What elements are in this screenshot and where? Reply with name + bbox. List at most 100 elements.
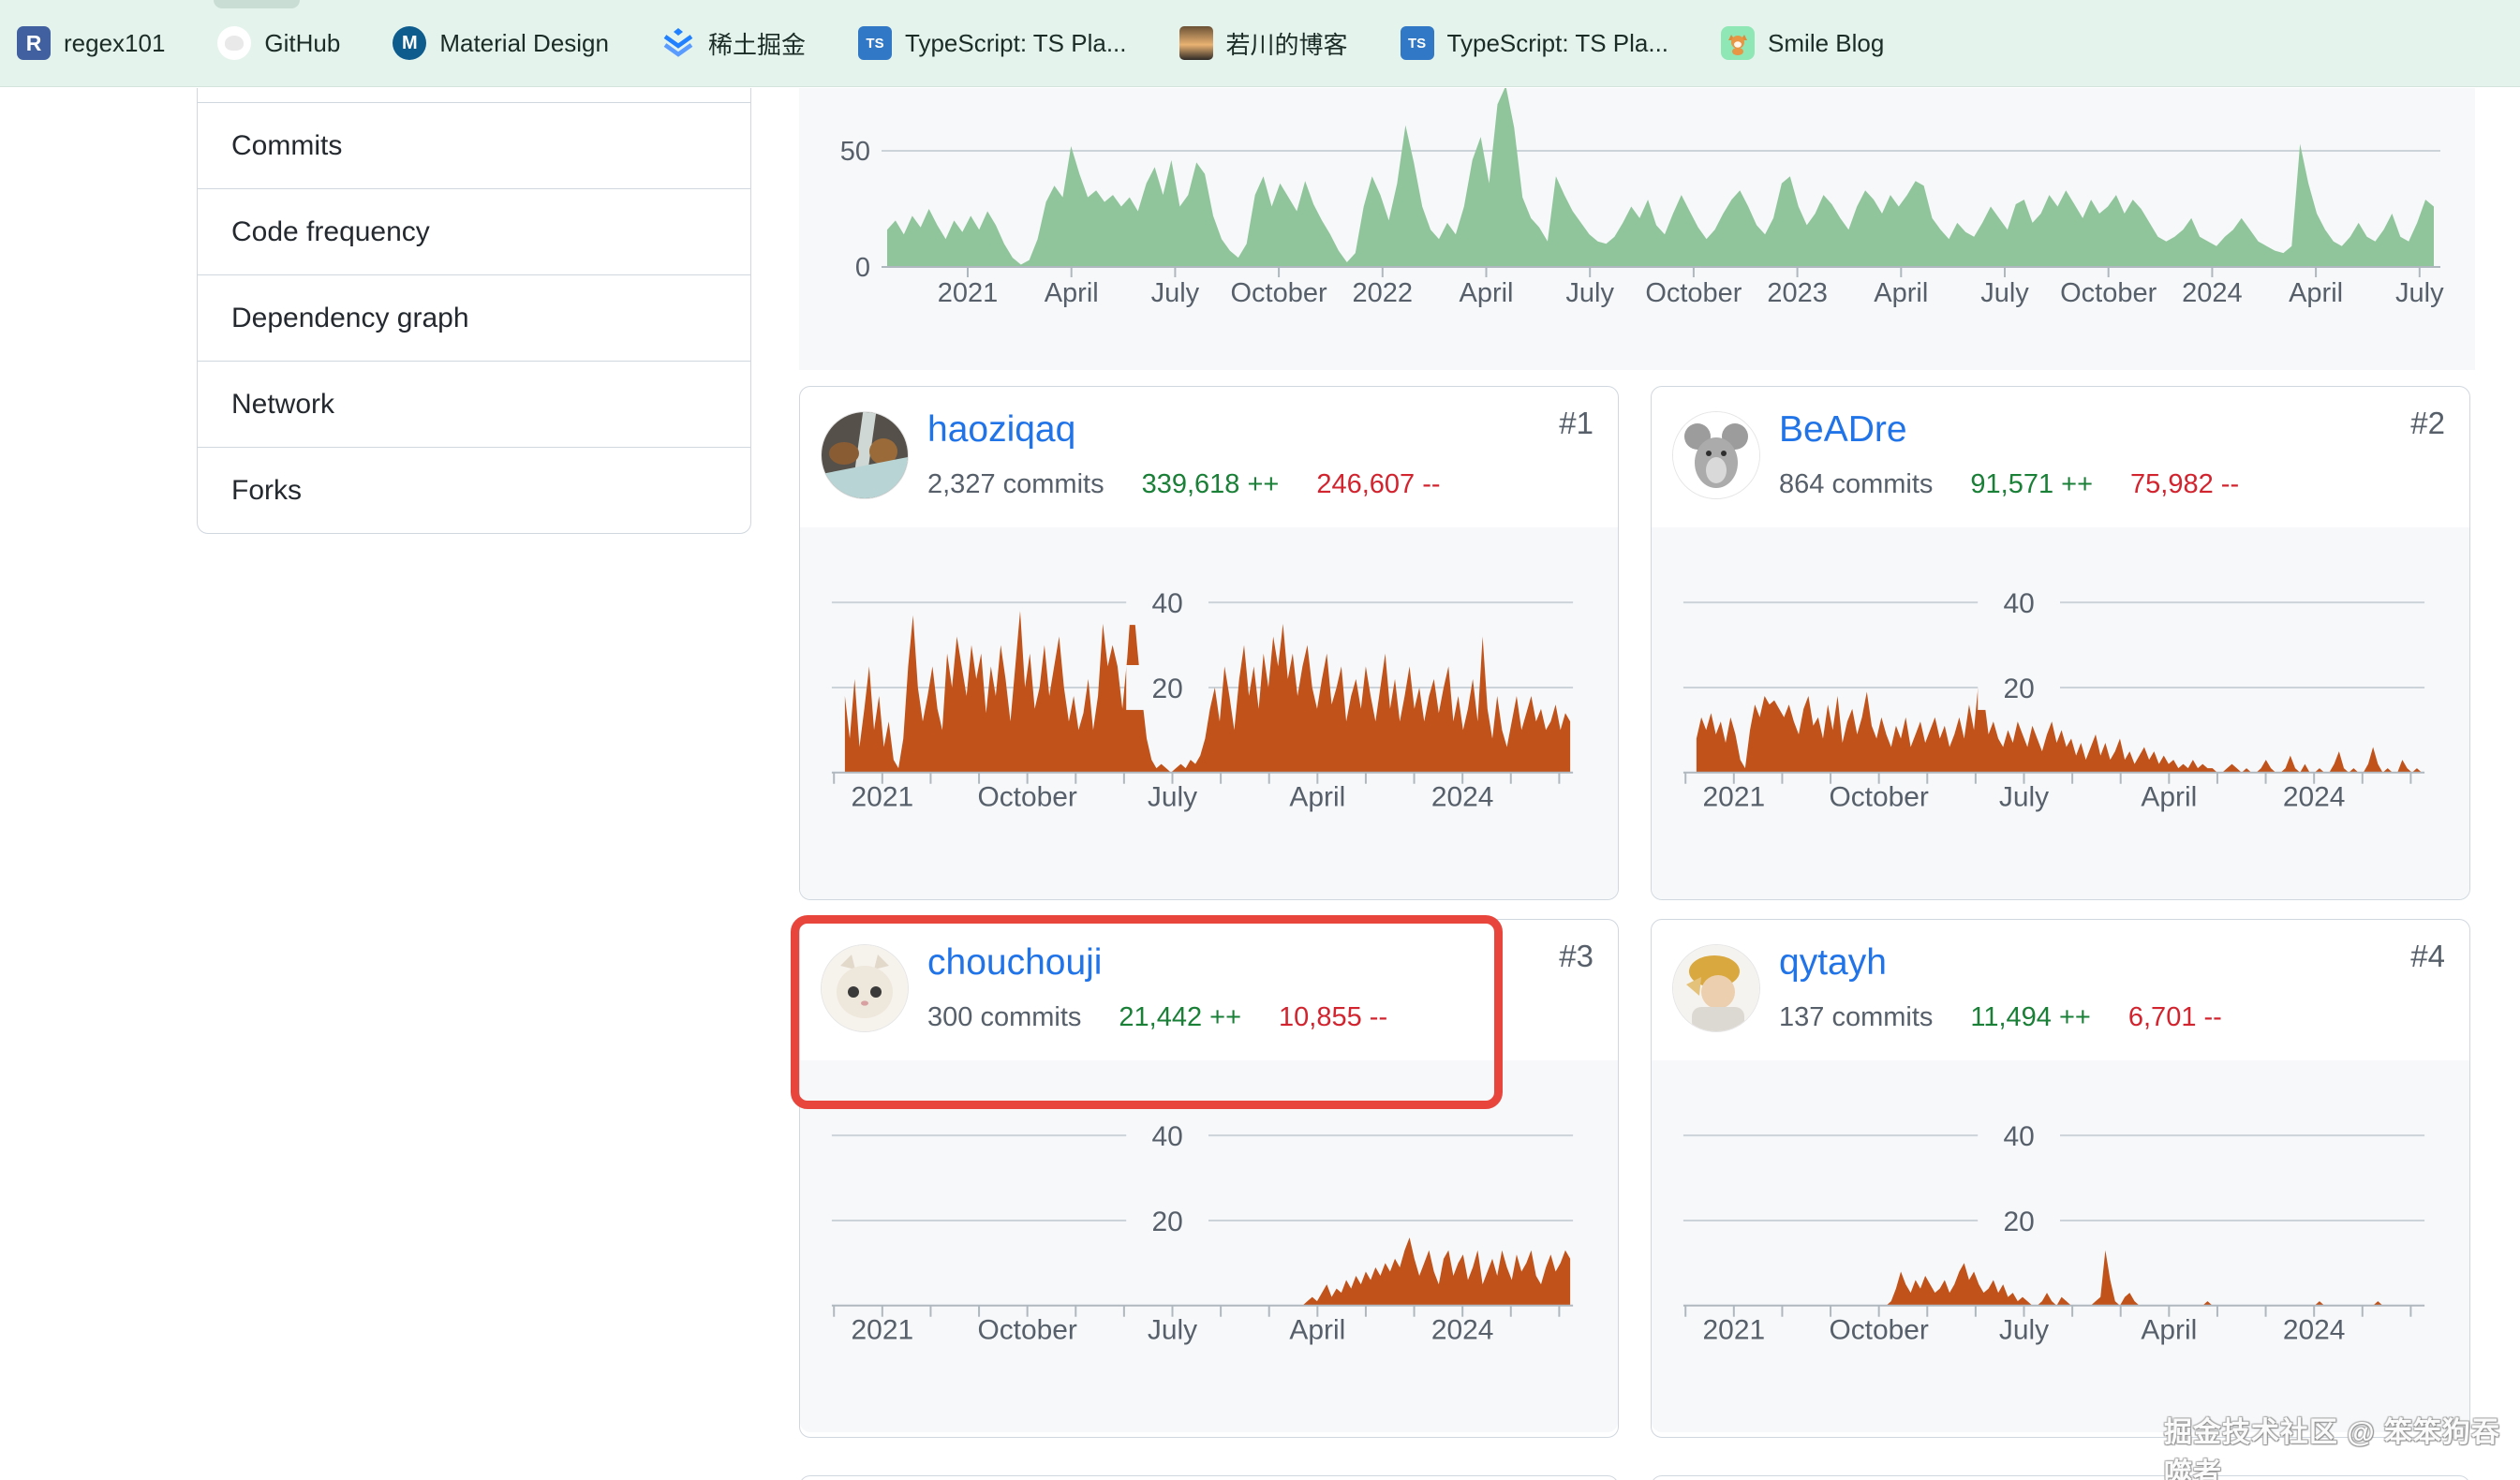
svg-text:April: April — [2289, 278, 2343, 308]
svg-text:2024: 2024 — [1431, 782, 1494, 813]
rank-badge: #4 — [2410, 939, 2445, 974]
svg-text:April: April — [1289, 782, 1345, 813]
avatar[interactable] — [821, 944, 909, 1032]
svg-text:April: April — [2141, 782, 2197, 813]
rank-badge: #1 — [1559, 406, 1594, 441]
typescript-icon: TS — [858, 26, 892, 60]
deletions-count: 10,855 -- — [1279, 1002, 1387, 1033]
additions-count: 91,571 ++ — [1970, 469, 2093, 500]
svg-text:April: April — [1289, 1315, 1345, 1346]
svg-text:2023: 2023 — [1767, 278, 1828, 308]
bookmark-regex101[interactable]: R regex101 — [17, 26, 165, 60]
contributor-chart-area: 2021OctoberJulyApril20244020 — [1652, 1060, 2469, 1432]
bookmark-label: 稀土掘金 — [708, 26, 806, 61]
svg-text:July: July — [2395, 278, 2444, 308]
contributor-card-header: BeADre 864 commits 91,571 ++ 75,982 -- #… — [1652, 387, 2469, 527]
contributor-name-link[interactable]: qytayh — [1779, 942, 1887, 984]
bookmark-typescript-2[interactable]: TS TypeScript: TS Pla... — [1401, 26, 1669, 60]
contributor-name-link[interactable]: BeADre — [1779, 409, 1907, 451]
svg-text:50: 50 — [840, 137, 870, 167]
bookmark-typescript-1[interactable]: TS TypeScript: TS Pla... — [858, 26, 1127, 60]
svg-text:October: October — [977, 782, 1076, 813]
contributor-card-header: chouchouji 300 commits 21,442 ++ 10,855 … — [800, 920, 1618, 1060]
svg-text:July: July — [1980, 278, 2029, 308]
sidebar-item-forks[interactable]: Forks — [197, 448, 751, 534]
svg-text:40: 40 — [1151, 588, 1182, 619]
rank-badge: #3 — [1559, 939, 1594, 974]
svg-text:40: 40 — [2003, 588, 2034, 619]
bookmark-label: GitHub — [264, 29, 340, 58]
deletions-count: 6,701 -- — [2128, 1002, 2222, 1033]
avatar[interactable] — [821, 411, 909, 499]
svg-text:July: July — [1999, 1315, 2049, 1346]
svg-text:2022: 2022 — [1353, 278, 1414, 308]
svg-text:July: July — [1565, 278, 1614, 308]
deletions-count: 75,982 -- — [2130, 469, 2239, 500]
bookmark-label: TypeScript: TS Pla... — [905, 29, 1127, 58]
sidebar-nav: Commits Code frequency Dependency graph … — [197, 88, 751, 534]
avatar[interactable] — [1672, 944, 1760, 1032]
bookmarks-bar: R regex101 GitHub M Material Design 稀土掘金… — [0, 0, 2520, 87]
svg-text:2024: 2024 — [2283, 1315, 2346, 1346]
bookmark-juejin[interactable]: 稀土掘金 — [661, 26, 806, 61]
svg-text:July: July — [1999, 782, 2049, 813]
regex101-icon: R — [17, 26, 51, 60]
svg-text:July: July — [1148, 782, 1197, 813]
dog-icon — [1721, 26, 1755, 60]
commits-count: 137 commits — [1779, 1002, 1933, 1033]
contributors-insights-page: R regex101 GitHub M Material Design 稀土掘金… — [0, 0, 2520, 1480]
contributor-card-header: qytayh 137 commits 11,494 ++ 6,701 -- #4 — [1652, 920, 2469, 1060]
bookmark-smile-blog[interactable]: Smile Blog — [1721, 26, 1884, 60]
contributor-card-1: haoziqaq 2,327 commits 339,618 ++ 246,60… — [799, 386, 1619, 900]
avatar[interactable] — [1672, 411, 1760, 499]
svg-text:20: 20 — [2003, 673, 2034, 704]
svg-text:20: 20 — [2003, 1206, 2034, 1237]
contributor-name-link[interactable]: haoziqaq — [927, 409, 1075, 451]
bookmark-ruochuan-blog[interactable]: 若川的博客 — [1179, 26, 1348, 61]
contributor-area-chart: 2021OctoberJulyApril20244020 — [800, 1060, 1618, 1351]
contributor-chart-area: 2021OctoberJulyApril20244020 — [800, 527, 1618, 899]
github-icon — [217, 26, 251, 60]
svg-text:20: 20 — [1151, 673, 1182, 704]
svg-text:April: April — [1045, 278, 1099, 308]
browser-tab-remnant — [214, 0, 300, 8]
svg-text:0: 0 — [855, 253, 870, 283]
svg-text:April: April — [1874, 278, 1928, 308]
svg-text:October: October — [1645, 278, 1742, 308]
contributor-name-link[interactable]: chouchouji — [927, 942, 1102, 984]
material-design-icon: M — [393, 26, 426, 60]
svg-text:April: April — [2141, 1315, 2197, 1346]
svg-text:40: 40 — [2003, 1121, 2034, 1152]
svg-text:2024: 2024 — [2182, 278, 2243, 308]
contributor-chart-area: 2021OctoberJulyApril20244020 — [800, 1060, 1618, 1432]
contributor-stats: 2,327 commits 339,618 ++ 246,607 -- — [927, 469, 1441, 500]
commits-count: 2,327 commits — [927, 469, 1104, 500]
svg-text:2021: 2021 — [938, 278, 999, 308]
contributor-card-header: haoziqaq 2,327 commits 339,618 ++ 246,60… — [800, 387, 1618, 527]
contributor-area-chart: 2021OctoberJulyApril20244020 — [1652, 1060, 2469, 1351]
commits-count: 864 commits — [1779, 469, 1933, 500]
contributor-card-4: qytayh 137 commits 11,494 ++ 6,701 -- #4… — [1651, 919, 2470, 1438]
contributor-card-3: chouchouji 300 commits 21,442 ++ 10,855 … — [799, 919, 1619, 1438]
svg-text:July: July — [1151, 278, 1200, 308]
sidebar-item-dependency-graph[interactable]: Dependency graph — [197, 275, 751, 362]
bookmark-material-design[interactable]: M Material Design — [393, 26, 609, 60]
juejin-icon — [661, 26, 695, 60]
svg-text:October: October — [1231, 278, 1327, 308]
svg-text:July: July — [1148, 1315, 1197, 1346]
watermark-text: 掘金技术社区 @ 笨笨狗吞噬者 — [2164, 1409, 2520, 1480]
contributor-area-chart: 2021OctoberJulyApril20244020 — [1652, 527, 2469, 818]
typescript-icon: TS — [1401, 26, 1434, 60]
svg-text:October: October — [977, 1315, 1076, 1346]
rank-badge: #2 — [2410, 406, 2445, 441]
sidebar-item-code-frequency[interactable]: Code frequency — [197, 189, 751, 275]
contributor-stats: 864 commits 91,571 ++ 75,982 -- — [1779, 469, 2239, 500]
bookmark-github[interactable]: GitHub — [217, 26, 340, 60]
sidebar-item-network[interactable]: Network — [197, 362, 751, 448]
additions-count: 11,494 ++ — [1970, 1002, 2090, 1033]
partial-card-left — [799, 1475, 1619, 1480]
contributor-area-chart: 2021OctoberJulyApril20244020 — [800, 527, 1618, 818]
bookmark-label: regex101 — [64, 29, 165, 58]
commits-count: 300 commits — [927, 1002, 1081, 1033]
sidebar-item-commits[interactable]: Commits — [197, 103, 751, 189]
